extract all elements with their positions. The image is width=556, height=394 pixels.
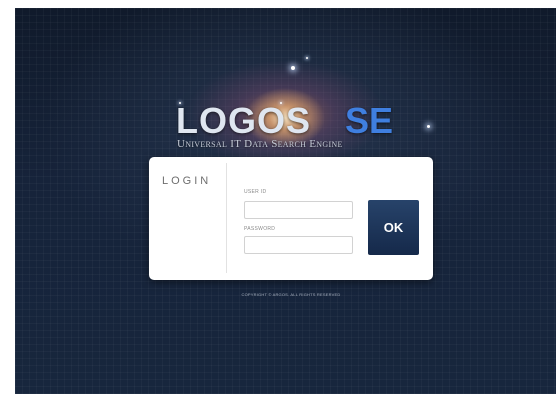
logo-text: LOGOS xyxy=(176,100,312,141)
star-icon xyxy=(291,66,295,70)
star-icon xyxy=(427,125,430,128)
login-page-background: LOGOS SE Universal IT Data Search Engine… xyxy=(15,8,556,394)
login-title: LOGIN xyxy=(162,175,212,187)
logo-suffix: SE xyxy=(345,100,394,141)
user-id-label: USER ID xyxy=(244,189,267,195)
user-id-input[interactable] xyxy=(244,201,353,219)
logo-tagline: Universal IT Data Search Engine xyxy=(177,138,343,150)
password-input[interactable] xyxy=(244,236,353,254)
copyright-text: COPYRIGHT © ARGOS. ALL RIGHTS RESERVED xyxy=(241,292,341,297)
ok-button[interactable]: OK xyxy=(368,200,419,255)
star-icon xyxy=(306,57,308,59)
login-panel: LOGIN USER ID PASSWORD OK xyxy=(149,157,433,280)
panel-divider xyxy=(226,163,227,273)
password-label: PASSWORD xyxy=(244,226,276,232)
logo: LOGOS SE Universal IT Data Search Engine xyxy=(170,100,410,160)
